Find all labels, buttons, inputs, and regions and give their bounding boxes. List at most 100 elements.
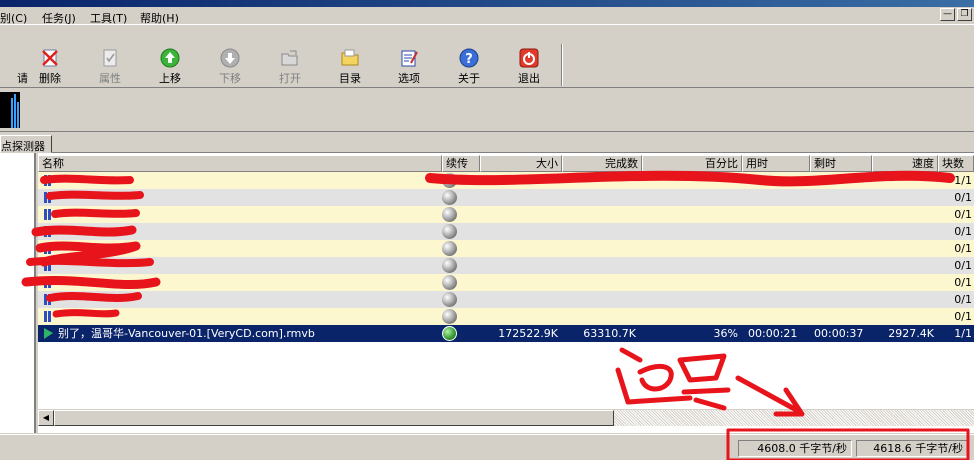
col-header-size[interactable]: 大小 [480,155,562,172]
open-icon [281,50,298,66]
toolbar: 请 删除 属性 上移 下移 打开 目录 选项 ? 关于 退出 [0,26,974,88]
menu-item-tools[interactable]: 工具(T) [90,10,127,26]
menu-item-help[interactable]: 帮助(H) [140,10,179,26]
resume-ball-icon [442,326,457,341]
toolbar-separator [561,44,563,86]
menu-item-task[interactable]: 任务(J) [42,10,76,26]
percent-cell: 36% [713,327,738,340]
status-ball-icon [442,173,457,188]
scroll-thumb[interactable] [54,410,614,426]
properties-button[interactable]: 属性 [82,44,138,88]
status-ball-icon [442,275,457,290]
scroll-left-icon[interactable]: ◀ [38,410,54,426]
col-header-blocks[interactable]: 块数 [938,155,974,172]
about-icon: ? [459,48,479,68]
delete-label: 删除 [39,72,61,85]
status-bar: 4608.0 千字节/秒 4618.6 千字节/秒 [0,434,974,460]
table-row[interactable]: 0/1 [38,206,974,223]
folder-label: 目录 [339,72,361,85]
table-row[interactable]: 0/1 [38,257,974,274]
table-row[interactable]: 0/1 [38,223,974,240]
table-row[interactable]: 1/1 [38,172,974,189]
done-cell: 63310.7K [583,327,636,340]
file-icon [44,192,54,203]
menu-bar: 别(C) 任务(J) 工具(T) 帮助(H) — ❐ [0,7,974,25]
speed-graph-area [0,88,974,132]
play-icon [44,328,53,339]
size-cell: 172522.9K [498,327,558,340]
about-label: 关于 [458,72,480,85]
blocks-cell: 0/1 [954,293,972,306]
used-time-cell: 00:00:21 [748,327,798,340]
move-up-button[interactable]: 上移 [142,44,198,88]
table-row-selected[interactable]: 别了，温哥华-Vancouver-01.[VeryCD.com].rmvb 17… [38,325,974,342]
minimize-icon[interactable]: — [940,8,955,21]
blocks-cell: 0/1 [954,242,972,255]
options-icon [401,50,418,67]
options-button[interactable]: 选项 [381,44,437,88]
app-window: 别(C) 任务(J) 工具(T) 帮助(H) — ❐ 请 删除 属性 上移 下移 [0,0,974,460]
status-ball-icon [442,224,457,239]
status-ball-icon [442,292,457,307]
delete-button[interactable]: 删除 [22,44,78,88]
blocks-cell: 0/1 [954,225,972,238]
folder-button[interactable]: 目录 [322,44,378,88]
col-header-left[interactable]: 剩时 [810,155,872,172]
exit-label: 退出 [518,72,540,85]
folder-icon [341,49,359,66]
about-button[interactable]: ? 关于 [441,44,497,88]
total-speed-status: 4618.6 千字节/秒 [856,440,968,457]
blocks-cell: 0/1 [954,276,972,289]
horizontal-scrollbar[interactable]: ◀ [38,409,974,426]
status-ball-icon [442,190,457,205]
table-row[interactable]: 0/1 [38,240,974,257]
speed-cell: 2927.4K [888,327,934,340]
table-row[interactable]: 0/1 [38,274,974,291]
file-icon [44,243,54,254]
svg-text:?: ? [465,52,473,67]
download-speed-status: 4608.0 千字节/秒 [738,440,852,457]
delete-icon [42,49,58,67]
status-ball-icon [442,258,457,273]
exit-icon [519,48,539,68]
table-row[interactable]: 0/1 [38,189,974,206]
col-header-speed[interactable]: 速度 [872,155,938,172]
file-icon [44,294,54,305]
blocks-cell: 0/1 [954,310,972,323]
move-down-button[interactable]: 下移 [202,44,258,88]
col-header-used[interactable]: 用时 [742,155,810,172]
file-icon [44,175,54,186]
tab-detector[interactable]: 点探测器 [0,135,52,153]
move-down-icon [220,48,240,68]
menu-item-category[interactable]: 别(C) [0,10,27,26]
status-ball-icon [442,309,457,324]
options-label: 选项 [398,72,420,85]
properties-icon [103,49,117,67]
table-row[interactable]: 0/1 [38,308,974,325]
file-icon [44,226,54,237]
open-label: 打开 [279,72,301,85]
blocks-cell: 0/1 [954,259,972,272]
download-list[interactable]: 名称 续传 大小 完成数 百分比 用时 剩时 速度 块数 1/1 0/1 0/1… [38,153,974,433]
restore-icon[interactable]: ❐ [957,8,972,21]
open-button[interactable]: 打开 [262,44,318,88]
move-up-icon [160,48,180,68]
window-controls: — ❐ [940,8,972,22]
speed-graph [0,92,20,128]
blocks-cell: 0/1 [954,208,972,221]
list-header: 名称 续传 大小 完成数 百分比 用时 剩时 速度 块数 [38,155,974,172]
col-header-name[interactable]: 名称 [38,155,442,172]
file-icon [44,277,54,288]
file-icon [44,260,54,271]
col-header-done[interactable]: 完成数 [562,155,642,172]
col-header-percent[interactable]: 百分比 [642,155,742,172]
blocks-cell: 0/1 [954,191,972,204]
col-header-resume[interactable]: 续传 [442,155,480,172]
table-row[interactable]: 0/1 [38,291,974,308]
file-icon [44,209,54,220]
properties-label: 属性 [99,72,121,85]
title-bar[interactable] [0,0,974,7]
blocks-cell: 1/1 [954,174,972,187]
exit-button[interactable]: 退出 [501,44,557,88]
category-pane[interactable] [0,153,36,433]
